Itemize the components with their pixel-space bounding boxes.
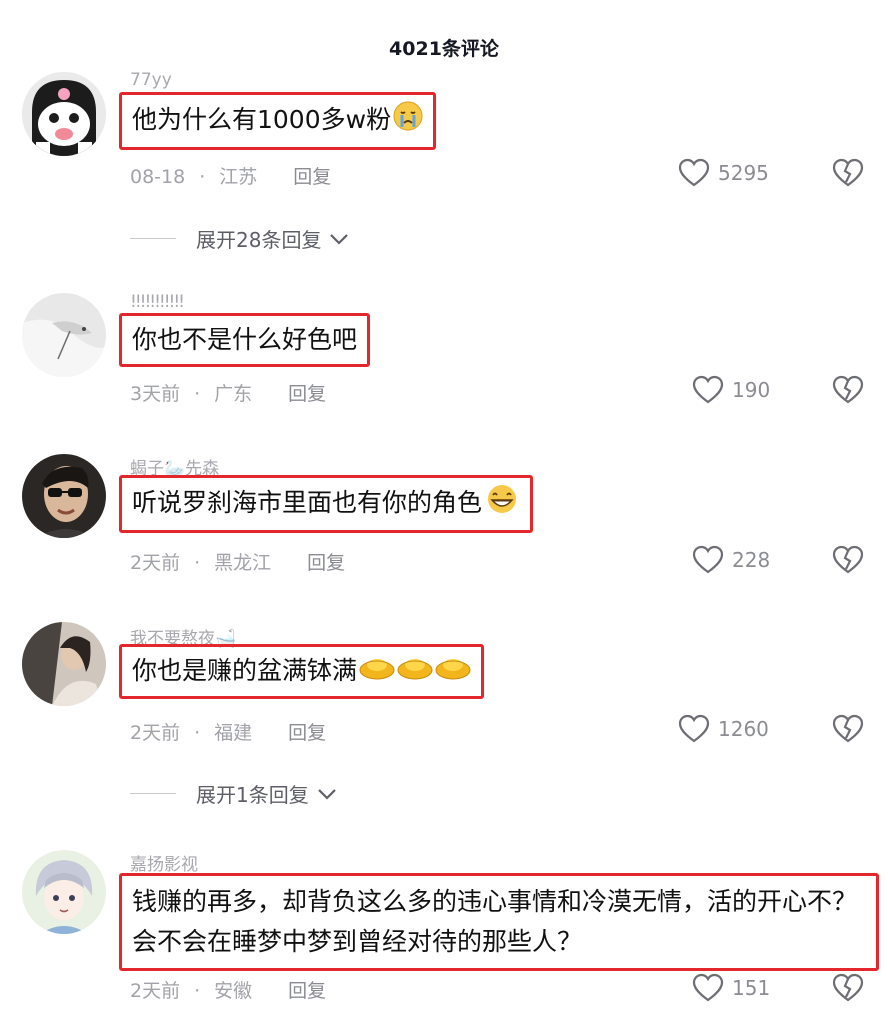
comment-text-highlight: 他为什么有1000多w粉 — [119, 92, 437, 150]
heart-outline-icon — [692, 545, 724, 574]
comment-text-highlight: 听说罗刹海市里面也有你的角色 — [119, 475, 534, 533]
separator: · — [194, 722, 201, 744]
like-count: 228 — [732, 548, 771, 572]
like-count: 1260 — [718, 717, 769, 741]
comment-date: 2天前 — [130, 552, 181, 574]
comment-text-highlight: 你也是赚的盆满钵满 — [119, 644, 485, 699]
gold-ingot-emoji-icon — [435, 654, 471, 690]
like-button[interactable]: 5295 — [678, 158, 769, 188]
username[interactable]: 嘉扬影视 — [130, 850, 198, 875]
bird-photo-avatar-icon — [22, 293, 106, 377]
avatar[interactable] — [22, 850, 106, 934]
like-count: 151 — [732, 976, 771, 1000]
dislike-button[interactable] — [832, 158, 864, 192]
comment-date: 2天前 — [130, 980, 181, 1002]
chevron-down-icon — [317, 788, 336, 800]
broken-heart-icon — [832, 545, 864, 574]
like-button[interactable]: 151 — [692, 973, 770, 1003]
comment-location: 安徽 — [214, 980, 253, 1002]
crying-face-emoji-icon — [393, 101, 423, 141]
broken-heart-icon — [832, 714, 864, 743]
dislike-button[interactable] — [832, 375, 864, 409]
expand-replies-label: 展开28条回复 — [196, 228, 322, 252]
comment-text: 你也不是什么好色吧 — [132, 325, 358, 354]
heart-outline-icon — [692, 973, 724, 1002]
reply-button[interactable]: 回复 — [288, 379, 326, 406]
username[interactable]: 77yy — [130, 70, 172, 90]
separator: · — [194, 383, 201, 405]
dislike-button[interactable] — [832, 714, 864, 748]
like-button[interactable]: 228 — [692, 545, 770, 575]
broken-heart-icon — [832, 158, 864, 187]
comment-location: 福建 — [214, 722, 253, 744]
reply-button[interactable]: 回复 — [288, 718, 326, 745]
separator: · — [194, 552, 201, 574]
reply-button[interactable]: 回复 — [293, 162, 331, 189]
expand-replies-label: 展开1条回复 — [196, 783, 309, 807]
comment-date: 2天前 — [130, 722, 181, 744]
avatar[interactable] — [22, 622, 106, 706]
comment-text: 听说罗刹海市里面也有你的角色 — [132, 488, 483, 517]
comment-text-highlight: 钱赚的再多，却背负这么多的违心事情和冷漠无情，活的开心不？会不会在睡梦中梦到曾经… — [119, 873, 879, 971]
woman-photo-avatar-icon — [22, 622, 106, 706]
comment-text: 钱赚的再多，却背负这么多的违心事情和冷漠无情，活的开心不？会不会在睡梦中梦到曾经… — [132, 887, 858, 956]
avatar[interactable] — [22, 293, 106, 377]
cartoon-mask-avatar-icon — [22, 72, 106, 156]
broken-heart-icon — [832, 375, 864, 404]
heart-outline-icon — [692, 375, 724, 404]
heart-outline-icon — [678, 158, 710, 187]
avatar[interactable] — [22, 454, 106, 538]
like-button[interactable]: 190 — [692, 375, 770, 405]
comment-date: 3天前 — [130, 383, 181, 405]
divider-line — [130, 238, 176, 239]
comment-text-highlight: 你也不是什么好色吧 — [119, 313, 371, 367]
like-count: 190 — [732, 378, 771, 402]
comment-count-title: 4021条评论 — [389, 38, 499, 60]
grinning-face-emoji-icon — [484, 484, 520, 524]
comment-text: 你也是赚的盆满钵满 — [132, 656, 358, 685]
dislike-button[interactable] — [832, 545, 864, 579]
expand-replies-button[interactable]: 展开1条回复 — [130, 779, 337, 808]
gold-ingot-emoji-icon — [359, 654, 395, 690]
username[interactable]: !!!!!!!!!!! — [130, 292, 185, 312]
heart-outline-icon — [678, 714, 710, 743]
divider-line — [130, 793, 176, 794]
chevron-down-icon — [330, 233, 349, 245]
reply-button[interactable]: 回复 — [307, 548, 345, 575]
avatar[interactable] — [22, 72, 106, 156]
comment-date: 08-18 — [130, 166, 186, 188]
reply-button[interactable]: 回复 — [288, 976, 326, 1003]
expand-replies-button[interactable]: 展开28条回复 — [130, 224, 349, 253]
gold-ingot-emoji-icon — [397, 654, 433, 690]
comment-location: 黑龙江 — [214, 552, 272, 574]
separator: · — [194, 980, 201, 1002]
comment-location: 江苏 — [219, 166, 258, 188]
separator: · — [199, 166, 206, 188]
comment-meta: 2天前 · 安徽 回复 — [130, 976, 326, 1003]
broken-heart-icon — [832, 973, 864, 1002]
comment-meta: 08-18 · 江苏 回复 — [130, 162, 331, 189]
dislike-button[interactable] — [832, 973, 864, 1007]
like-count: 5295 — [718, 161, 769, 185]
comment-text: 他为什么有1000多w粉 — [132, 105, 392, 134]
comment-meta: 3天前 · 广东 回复 — [130, 379, 326, 406]
like-button[interactable]: 1260 — [678, 714, 769, 744]
anime-boy-avatar-icon — [22, 850, 106, 934]
comment-location: 广东 — [214, 383, 253, 405]
sunglasses-person-avatar-icon — [22, 454, 106, 538]
comment-meta: 2天前 · 福建 回复 — [130, 718, 326, 745]
comment-meta: 2天前 · 黑龙江 回复 — [130, 548, 345, 575]
